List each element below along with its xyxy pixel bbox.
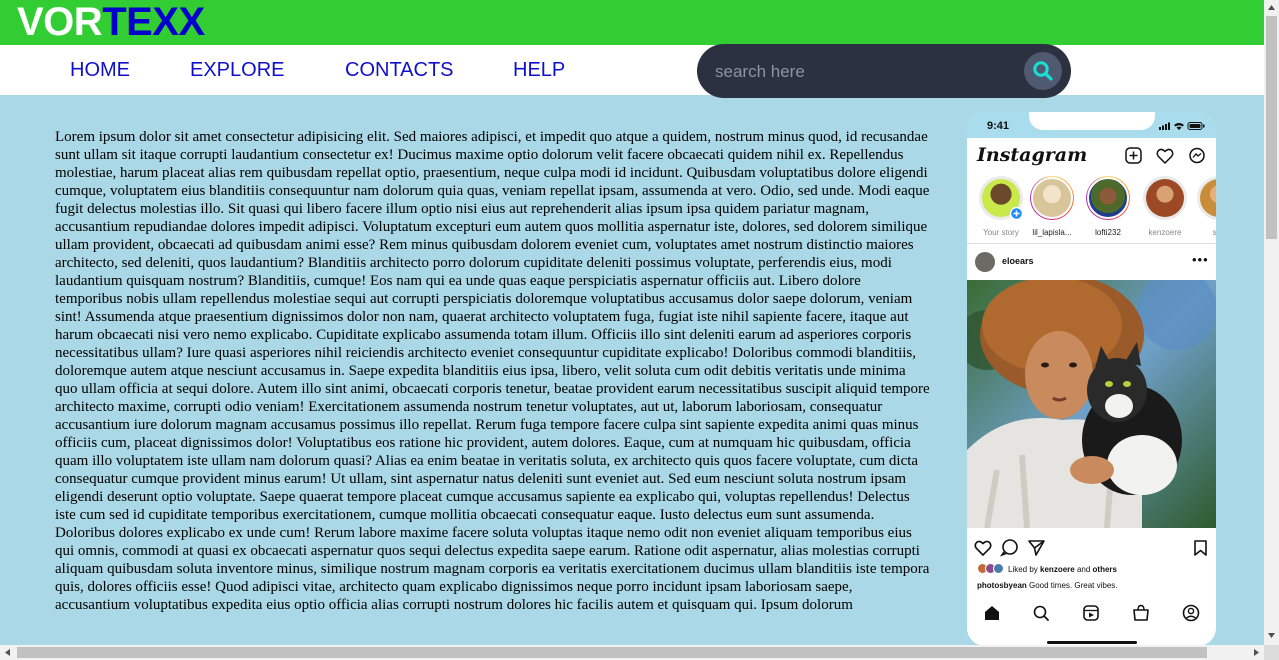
article-text: Lorem ipsum dolor sit amet consectetur a…: [55, 129, 930, 613]
nav-link-explore[interactable]: EXPLORE: [190, 45, 284, 95]
profile-icon[interactable]: [1182, 604, 1200, 622]
main-nav: HOME EXPLORE CONTACTS HELP: [0, 45, 1264, 95]
article-content: Lorem ipsum dolor sit amet consectetur a…: [35, 110, 946, 645]
likes-line: Liked by kenzoere and others: [977, 563, 1117, 575]
search-icon: [1033, 61, 1053, 81]
more-options-icon[interactable]: •••: [1192, 252, 1209, 267]
status-time: 9:41: [987, 120, 1010, 132]
bottom-tab-bar: [985, 604, 1200, 622]
site-logo[interactable]: VORTEXX: [17, 0, 205, 45]
avatar[interactable]: [975, 252, 995, 272]
avatar: [1087, 177, 1129, 219]
horizontal-scrollbar-thumb[interactable]: [17, 647, 1207, 658]
post-username[interactable]: eloears: [1002, 256, 1034, 266]
avatar: [1031, 177, 1073, 219]
reels-icon[interactable]: [1083, 605, 1099, 621]
home-indicator: [1047, 641, 1137, 644]
add-story-icon: [1010, 207, 1023, 220]
nav-link-home[interactable]: HOME: [70, 45, 130, 95]
search-tab-icon[interactable]: [1033, 605, 1049, 621]
messenger-icon[interactable]: [1189, 147, 1205, 164]
search-bar: [697, 44, 1071, 98]
liked-others[interactable]: others: [1093, 565, 1117, 574]
like-icon[interactable]: [974, 540, 992, 557]
caption-username[interactable]: photosbyean: [977, 581, 1027, 590]
nav-link-contacts[interactable]: CONTACTS: [345, 45, 454, 95]
search-input[interactable]: [713, 58, 1007, 86]
scroll-up-arrow-icon[interactable]: [1267, 4, 1276, 12]
site-header: VORTEXX: [0, 0, 1264, 45]
divider: [967, 243, 1216, 244]
home-icon[interactable]: [985, 606, 999, 620]
phone-mockup: 9:41 Instagram Your story lil_lapisla...…: [967, 112, 1216, 646]
instagram-logo: Instagram: [977, 144, 1088, 166]
share-icon[interactable]: [1028, 540, 1045, 556]
liker-avatar: [993, 563, 1004, 574]
shop-icon[interactable]: [1133, 604, 1149, 621]
nav-link-help[interactable]: HELP: [513, 45, 565, 95]
vertical-scrollbar-thumb[interactable]: [1266, 16, 1277, 239]
search-button[interactable]: [1024, 52, 1062, 90]
scroll-left-arrow-icon[interactable]: [4, 648, 12, 657]
bookmark-icon[interactable]: [1194, 540, 1207, 556]
status-icons: [1159, 122, 1205, 130]
stories-row: Your story lil_lapisla... lofti232 kenzo…: [967, 176, 1216, 238]
avatar: [1146, 179, 1184, 217]
post-image: [967, 280, 1216, 528]
post-actions: [974, 539, 1207, 557]
phone-notch: [1029, 112, 1155, 130]
post-header: eloears •••: [967, 249, 1216, 275]
scroll-right-arrow-icon[interactable]: [1252, 648, 1260, 657]
top-icons: [1125, 147, 1205, 165]
comment-icon[interactable]: [999, 539, 1018, 557]
scroll-down-arrow-icon[interactable]: [1267, 631, 1276, 639]
heart-icon[interactable]: [1156, 148, 1174, 165]
post-caption: photosbyean Good times. Great vibes.: [977, 581, 1118, 590]
liked-by-user[interactable]: kenzoere: [1040, 565, 1075, 574]
add-post-icon[interactable]: [1125, 147, 1142, 164]
scrollbar-corner: [1264, 645, 1279, 660]
post-photo[interactable]: [967, 280, 1216, 528]
